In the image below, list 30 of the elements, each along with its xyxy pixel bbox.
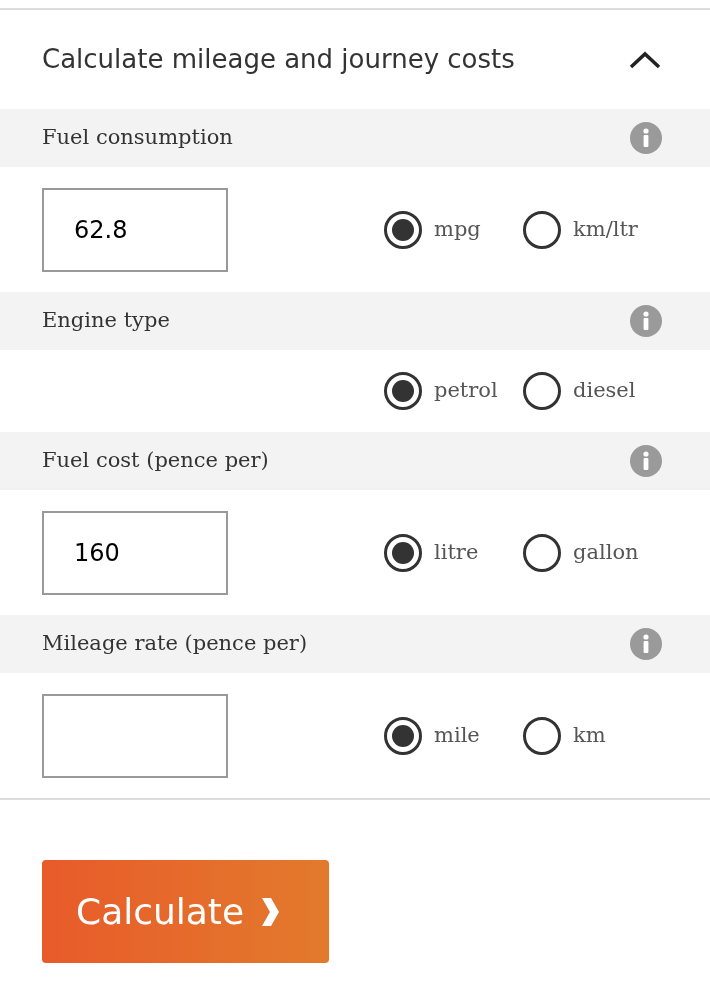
chevron-icon[interactable] [628, 49, 662, 70]
radio-button[interactable] [384, 210, 422, 249]
radio-option[interactable]: petrol [384, 372, 523, 410]
radio-option[interactable]: diesel [523, 372, 662, 410]
info-icon[interactable] [630, 445, 662, 477]
number-field[interactable] [42, 693, 228, 778]
chevron-right-icon [260, 896, 281, 927]
info-icon[interactable] [630, 305, 662, 337]
number-field[interactable]: 160 [42, 510, 228, 595]
radio-option[interactable]: litre [384, 533, 523, 572]
radio-option[interactable]: mpg [384, 210, 523, 249]
radio-button[interactable] [523, 372, 561, 410]
radio-button[interactable] [384, 533, 422, 572]
radio-button[interactable] [384, 372, 422, 410]
radio-option[interactable]: mile [384, 716, 523, 755]
radio-button[interactable] [523, 533, 561, 572]
field-label: Mileage rate (pence per) [42, 630, 308, 658]
panel-title: Calculate mileage and journey costs [42, 43, 515, 76]
radio-option[interactable]: gallon [523, 533, 662, 572]
radio-button[interactable] [384, 716, 422, 755]
radio-option[interactable]: km [523, 716, 662, 755]
field-label: Engine type [42, 307, 170, 335]
field-label: Fuel consumption [42, 124, 233, 152]
radio-button[interactable] [523, 210, 561, 249]
info-icon[interactable] [630, 628, 662, 660]
number-field[interactable]: 62.8 [42, 187, 228, 272]
radio-button[interactable] [523, 716, 561, 755]
field-label: Fuel cost (pence per) [42, 447, 269, 475]
info-icon[interactable] [630, 122, 662, 154]
radio-option[interactable]: km/ltr [523, 210, 662, 249]
